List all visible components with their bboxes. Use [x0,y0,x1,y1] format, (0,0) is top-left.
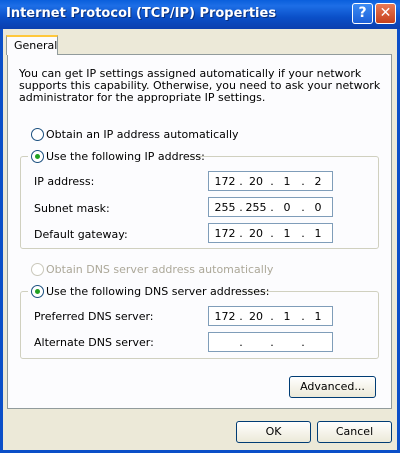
description-text: You can get IP settings assigned automat… [19,67,381,104]
ip-octet: 1 [314,227,322,240]
ip-address-label: IP address: [34,175,95,188]
subnet-mask-label: Subnet mask: [34,202,110,215]
ip-octet: 255 [214,201,236,214]
ip-address-input[interactable]: 172 . 20 . 1 . 2 [208,171,333,191]
ip-octet: 255 [245,201,267,214]
title-bar[interactable]: Internet Protocol (TCP/IP) Properties ? … [0,0,400,29]
obtain-dns-auto-label[interactable]: Obtain DNS server address automatically [46,263,273,276]
ip-octet: 1 [314,310,322,323]
ip-octet: 0 [283,201,291,214]
use-following-dns-radio[interactable] [31,285,44,298]
ip-octet: 1 [283,310,291,323]
use-following-dns-label[interactable]: Use the following DNS server addresses: [46,285,269,298]
ip-octet: 172 [214,227,236,240]
ok-button[interactable]: OK [236,421,311,443]
alternate-dns-label: Alternate DNS server: [34,336,154,349]
use-following-ip-radio[interactable] [31,150,44,163]
ip-dot: . [270,336,274,349]
use-following-ip-label[interactable]: Use the following IP address: [46,150,205,163]
ip-octet: 20 [249,310,263,323]
obtain-ip-auto-label[interactable]: Obtain an IP address automatically [46,128,239,141]
default-gateway-label: Default gateway: [34,228,128,241]
default-gateway-input[interactable]: 172 . 20 . 1 . 1 [208,223,333,243]
ip-dot: . [239,336,243,349]
advanced-button[interactable]: Advanced... [289,376,376,398]
preferred-dns-label: Preferred DNS server: [34,310,154,323]
subnet-mask-input[interactable]: 255 . 255 . 0 . 0 [208,197,333,217]
cancel-button[interactable]: Cancel [317,421,392,443]
ip-octet: 1 [283,227,291,240]
close-icon: ✕ [379,5,392,21]
help-button[interactable]: ? [352,3,373,24]
preferred-dns-input[interactable]: 172 . 20 . 1 . 1 [208,306,333,326]
ip-octet: 20 [249,175,263,188]
ip-octet: 1 [283,175,291,188]
ip-octet: 0 [314,201,322,214]
tab-general-label: General [14,39,58,52]
close-button[interactable]: ✕ [375,3,396,24]
ip-octet: 2 [314,175,322,188]
ip-octet: 20 [249,227,263,240]
obtain-dns-auto-radio[interactable] [31,263,44,276]
ip-octet: 172 [214,310,236,323]
tab-general[interactable]: General [6,35,58,55]
ip-dot: . [301,336,305,349]
alternate-dns-input[interactable]: . . . [208,332,333,352]
obtain-ip-auto-radio[interactable] [31,128,44,141]
window-title: Internet Protocol (TCP/IP) Properties [6,6,277,21]
help-icon: ? [358,5,367,21]
ip-octet: 172 [214,175,236,188]
